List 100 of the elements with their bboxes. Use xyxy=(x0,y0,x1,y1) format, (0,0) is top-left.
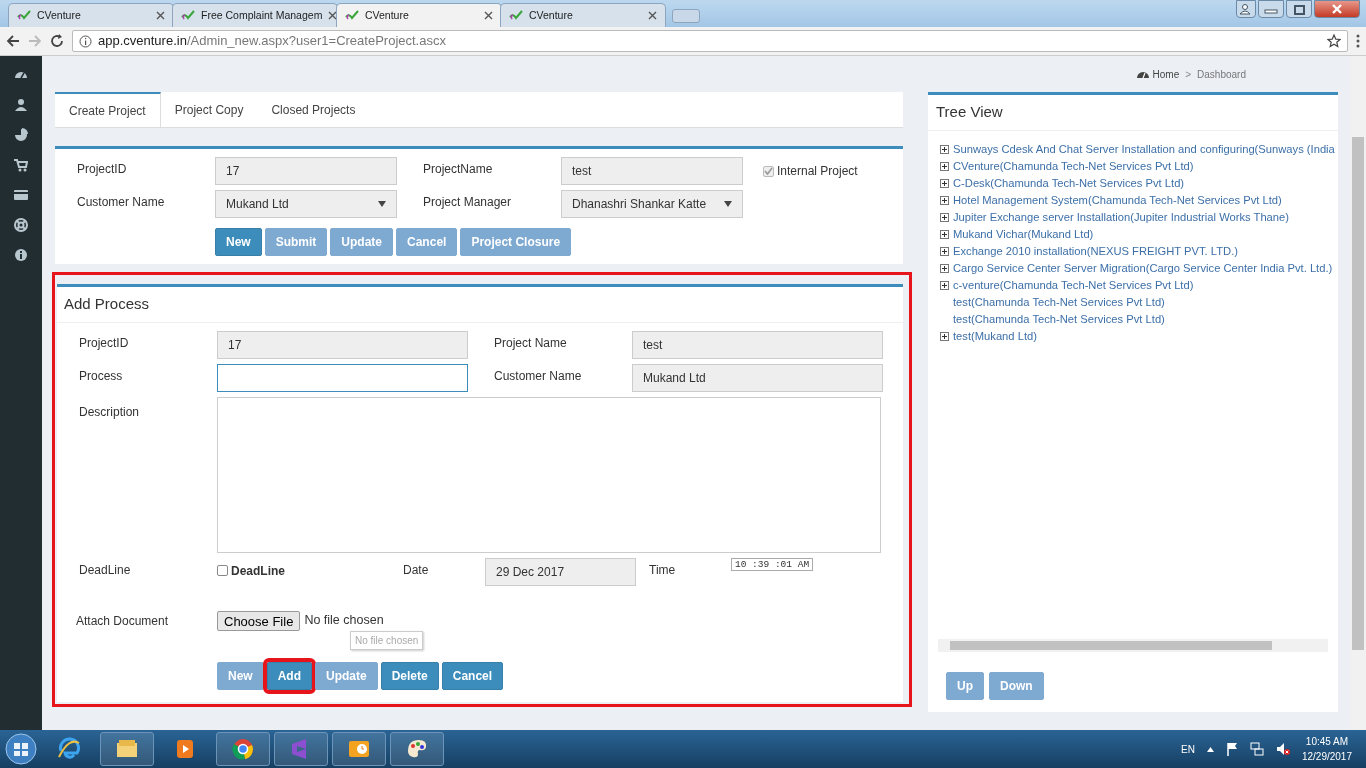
expand-icon[interactable] xyxy=(940,331,949,341)
close-icon[interactable] xyxy=(328,11,338,20)
field-value: Mukand Ltd xyxy=(643,369,706,387)
site-icon xyxy=(17,9,31,22)
info-icon[interactable] xyxy=(79,34,92,48)
caret-icon xyxy=(724,201,732,207)
expand-icon[interactable] xyxy=(940,195,949,205)
field-value: 10 :39 :01 AM xyxy=(735,558,810,570)
site-icon xyxy=(345,9,359,22)
field-label: Project Name xyxy=(494,334,568,352)
cart-icon[interactable] xyxy=(14,158,28,172)
lifebuoy-icon[interactable] xyxy=(14,218,28,232)
expand-icon[interactable] xyxy=(940,178,949,188)
clock-date[interactable]: 12/29/2017 xyxy=(1301,749,1352,764)
back-icon[interactable] xyxy=(6,34,20,48)
field-label: Description xyxy=(79,403,141,421)
field-label: Time xyxy=(649,561,677,579)
show-hidden-icons-icon[interactable] xyxy=(1206,746,1214,752)
tree-item[interactable]: C-Desk(Chamunda Tech-Net Services Pvt Ltd) xyxy=(953,174,1185,192)
tab[interactable]: Closed Projects xyxy=(257,92,370,127)
tab[interactable]: Create Project xyxy=(55,92,161,127)
caret-icon xyxy=(378,201,386,207)
clock-time[interactable]: 10:45 AM xyxy=(1305,734,1349,749)
browser-icon[interactable] xyxy=(57,737,81,761)
date-field[interactable]: 29 Dec 2017 xyxy=(485,557,636,586)
field-label: DeadLine xyxy=(79,561,132,579)
expand-icon[interactable] xyxy=(940,246,949,256)
tree-item[interactable]: test(Mukand Ltd) xyxy=(953,327,1037,345)
browser-tab[interactable]: CVenture xyxy=(336,3,502,27)
input-field[interactable] xyxy=(217,363,468,392)
tree-item[interactable]: Jupiter Exchange server Installation(Jupiter Industrial Works Thane) xyxy=(953,208,1289,226)
info-icon[interactable] xyxy=(14,248,28,262)
browser-tab[interactable]: CVenture xyxy=(8,3,174,27)
tree-item[interactable]: Sunways Cdesk And Chat Server Installation and configuring(Sunways (India xyxy=(953,140,1335,158)
close-icon[interactable] xyxy=(484,11,493,20)
start-button[interactable] xyxy=(4,732,38,766)
url-text: app.cventure.in/Admin_new.aspx?user1=CreateProject.ascx xyxy=(98,32,446,51)
action-button[interactable]: Cancel xyxy=(441,661,504,690)
expand-icon[interactable] xyxy=(940,280,949,290)
address-bar[interactable]: app.cventure.in/Admin_new.aspx?user1=CreateProject.ascx xyxy=(72,30,1348,52)
field-label: ProjectName xyxy=(423,161,494,178)
field-label: Date xyxy=(403,561,430,579)
flag-icon[interactable] xyxy=(1225,742,1238,756)
tab-title: CVenture xyxy=(365,7,410,23)
file-status: No file chosen xyxy=(304,612,384,630)
tree-item[interactable]: test(Chamunda Tech-Net Services Pvt Ltd) xyxy=(940,310,1165,328)
expand-icon[interactable] xyxy=(940,229,949,239)
expand-icon[interactable] xyxy=(940,263,949,273)
tree-item[interactable]: Mukand Vichar(Mukand Ltd) xyxy=(953,225,1094,243)
pie-chart-icon[interactable] xyxy=(14,128,28,142)
menu-icon[interactable] xyxy=(1356,34,1360,48)
horizontal-scrollbar[interactable] xyxy=(938,639,1328,652)
dashboard-icon xyxy=(1136,69,1149,79)
profile-icon[interactable] xyxy=(1239,3,1253,15)
action-button[interactable]: New xyxy=(215,228,262,256)
site-icon xyxy=(509,9,523,22)
vertical-scrollbar[interactable] xyxy=(1350,56,1366,730)
checkbox-label: DeadLine xyxy=(231,562,285,580)
volume-muted-icon[interactable] xyxy=(1275,742,1290,756)
field-value: test xyxy=(572,163,592,180)
card-title: Tree View xyxy=(928,95,1338,131)
close-icon[interactable] xyxy=(156,11,165,20)
expand-icon[interactable] xyxy=(940,212,949,222)
tab-title: CVenture xyxy=(529,7,574,23)
breadcrumb-link[interactable]: Home xyxy=(1152,66,1180,82)
credit-card-icon[interactable] xyxy=(14,188,28,202)
network-icon[interactable] xyxy=(1249,742,1264,756)
field-label: Project Manager xyxy=(423,194,513,211)
tab[interactable]: Project Copy xyxy=(160,92,258,127)
tree-item[interactable]: Hotel Management System(Chamunda Tech-Net Services Pvt Ltd) xyxy=(953,191,1282,209)
language-indicator[interactable]: EN xyxy=(1181,741,1195,757)
close-icon[interactable] xyxy=(648,11,657,20)
field-value: 29 Dec 2017 xyxy=(496,563,565,581)
field-label: Process xyxy=(79,367,124,385)
action-button[interactable]: Delete xyxy=(380,661,439,690)
tree-item[interactable]: c-venture(Chamunda Tech-Net Services Pvt Ltd) xyxy=(953,276,1194,294)
user-icon[interactable] xyxy=(14,98,28,112)
tree-item[interactable]: Cargo Service Center Server Migration(Cargo Service Center India Pvt. Ltd.) xyxy=(953,259,1333,277)
time-field[interactable]: 10 :39 :01 AM xyxy=(731,557,814,571)
restore-icon[interactable] xyxy=(1292,3,1306,15)
browser-tab[interactable]: Free Complaint Managem xyxy=(172,3,338,27)
tree-item[interactable]: Exchange 2010 installation(NEXUS FREIGHT PVT. LTD.) xyxy=(953,242,1238,260)
field-label: ProjectID xyxy=(77,161,128,178)
tab-title: Free Complaint Managem xyxy=(201,7,323,23)
bookmark-star-icon[interactable] xyxy=(1327,34,1341,48)
tree-item[interactable]: test(Chamunda Tech-Net Services Pvt Ltd) xyxy=(940,293,1165,311)
checkbox[interactable] xyxy=(217,565,228,576)
tree-item[interactable]: CVenture(Chamunda Tech-Net Services Pvt Ltd) xyxy=(953,157,1194,175)
chrome-icon[interactable] xyxy=(231,737,255,761)
field-value: Mukand Ltd xyxy=(226,196,289,213)
field-value: Dhanashri Shankar Katte xyxy=(572,196,707,213)
panel-title: Add Process xyxy=(57,287,903,323)
field-value: 17 xyxy=(228,336,242,354)
checkbox-label: Internal Project xyxy=(777,163,858,180)
expand-icon[interactable] xyxy=(940,144,949,154)
reload-icon[interactable] xyxy=(50,34,64,48)
choose-file-button[interactable]: Choose File xyxy=(217,610,301,631)
browser-tab[interactable]: CVenture xyxy=(500,3,666,27)
expand-icon[interactable] xyxy=(940,161,949,171)
tooltip: No file chosen xyxy=(350,630,424,650)
